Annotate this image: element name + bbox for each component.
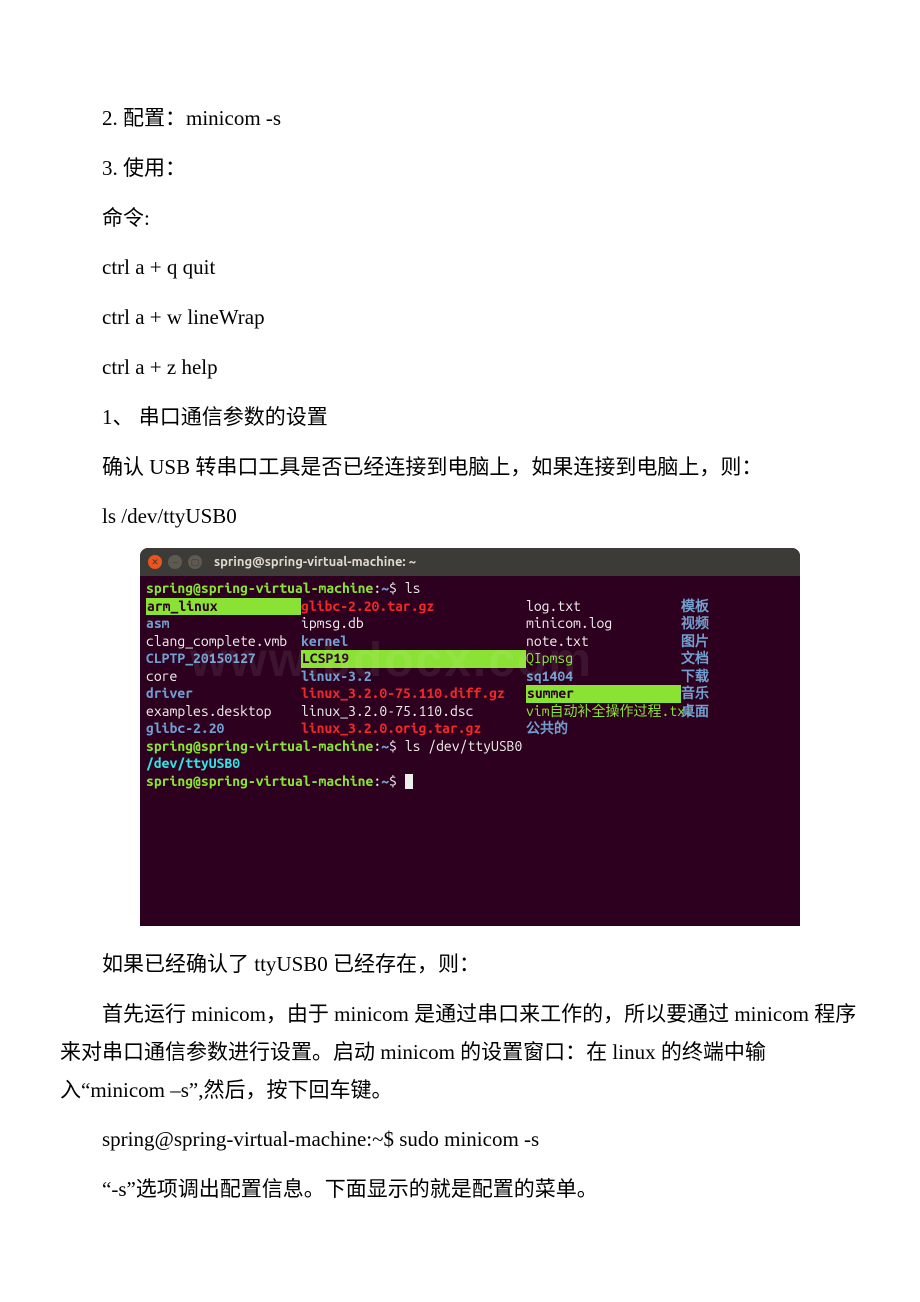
command-line: ctrl a + q quit bbox=[60, 249, 860, 287]
document-page: 2. 配置：minicom -s 3. 使用： 命令: ctrl a + q q… bbox=[0, 0, 920, 1281]
command-line: ctrl a + w lineWrap bbox=[60, 299, 860, 337]
command-line: ls /dev/ttyUSB0 bbox=[60, 498, 860, 536]
ls-output: arm_linuxglibc-2.20.tar.gzlog.txt模板 asmi… bbox=[146, 598, 794, 738]
paragraph: 如果已经确认了 ttyUSB0 已经存在，则： bbox=[60, 946, 860, 984]
paragraph: 1、 串口通信参数的设置 bbox=[60, 399, 860, 437]
terminal-output: /dev/ttyUSB0 bbox=[146, 755, 794, 773]
paragraph: 首先运行 minicom，由于 minicom 是通过串口来工作的，所以要通过 … bbox=[60, 996, 860, 1109]
close-icon: ✕ bbox=[148, 555, 162, 569]
command-line: ctrl a + z help bbox=[60, 349, 860, 387]
terminal-screenshot: ✕ – ▢ spring@spring-virtual-machine: ~ w… bbox=[140, 548, 800, 926]
paragraph: 3. 使用： bbox=[60, 150, 860, 188]
terminal-line: spring@spring-virtual-machine:~$ bbox=[146, 773, 794, 791]
paragraph: 2. 配置：minicom -s bbox=[60, 100, 860, 138]
minimize-icon: – bbox=[168, 555, 182, 569]
terminal-titlebar: ✕ – ▢ spring@spring-virtual-machine: ~ bbox=[140, 548, 800, 576]
maximize-icon: ▢ bbox=[188, 555, 202, 569]
command-line: spring@spring-virtual-machine:~$ sudo mi… bbox=[60, 1121, 860, 1159]
terminal-body: www.bdocx.com spring@spring-virtual-mach… bbox=[140, 576, 800, 926]
paragraph: 命令: bbox=[60, 200, 860, 238]
terminal-line: spring@spring-virtual-machine:~$ ls /dev… bbox=[146, 738, 794, 756]
cursor-icon bbox=[405, 774, 413, 789]
paragraph: 确认 USB 转串口工具是否已经连接到电脑上，如果连接到电脑上，则： bbox=[60, 449, 860, 487]
terminal-title: spring@spring-virtual-machine: ~ bbox=[214, 555, 416, 569]
paragraph: “-s”选项调出配置信息。下面显示的就是配置的菜单。 bbox=[60, 1171, 860, 1209]
terminal-line: spring@spring-virtual-machine:~$ ls bbox=[146, 580, 794, 598]
